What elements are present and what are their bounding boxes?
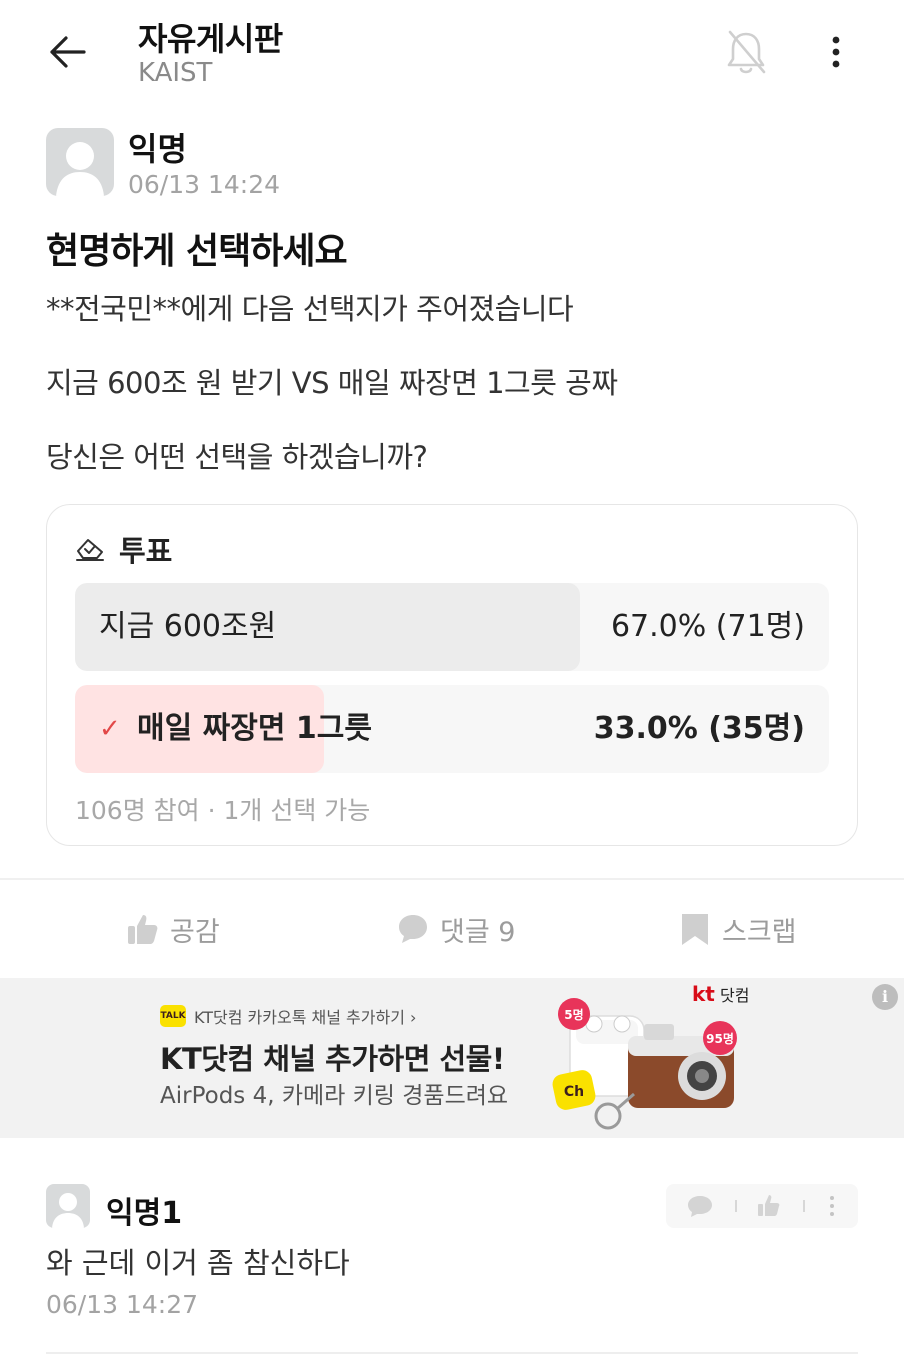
comment-author-avatar <box>46 1184 90 1228</box>
ad-product-image: 5명 95명 Ch <box>552 998 737 1130</box>
user-placeholder-icon <box>56 142 104 196</box>
ad-banner[interactable]: TALK KT닷컴 카카오톡 채널 추가하기 › KT닷컴 채널 추가하면 선물… <box>0 978 904 1138</box>
like-button[interactable]: 공감 <box>126 904 220 954</box>
board-title: 자유게시판 <box>138 20 283 58</box>
poll-option-1-label: 지금 600조원 <box>99 609 277 644</box>
post-author-avatar <box>46 128 114 196</box>
bookmark-icon <box>682 914 708 945</box>
poll-footer: 106명 참여 · 1개 선택 가능 <box>75 796 371 825</box>
comment-more-icon[interactable] <box>830 1196 834 1216</box>
ad-badge-right: 95명 <box>706 1032 734 1046</box>
poll-option-1-result: 67.0% (71명) <box>610 609 805 644</box>
reply-icon[interactable] <box>688 1196 712 1217</box>
check-icon: ✓ <box>99 714 121 744</box>
board-subtitle: KAIST <box>138 58 213 88</box>
comment-button[interactable]: 댓글 9 <box>396 904 515 954</box>
post-body-line-1: **전국민**에게 다음 선택지가 주어졌습니다 <box>46 292 574 326</box>
post-timestamp: 06/13 14:24 <box>128 170 281 199</box>
user-placeholder-icon <box>52 1193 84 1228</box>
comment-like-icon[interactable] <box>758 1195 780 1216</box>
scrap-label: 스크랩 <box>722 916 797 948</box>
comment-divider <box>46 1352 858 1354</box>
thumbs-up-icon <box>128 915 158 944</box>
section-divider <box>0 878 904 880</box>
post-body-line-3: 당신은 어떤 선택을 하겠습니까? <box>46 440 428 474</box>
comment-action-icons <box>688 1195 834 1217</box>
ad-title: KT닷컴 채널 추가하면 선물! <box>160 1042 505 1076</box>
ad-badge-left: 5명 <box>564 1008 583 1022</box>
post-author: 익명 <box>128 130 187 168</box>
ad-kakao-line: TALK KT닷컴 카카오톡 채널 추가하기 › <box>160 1004 416 1028</box>
poll-option-2[interactable]: ✓ 매일 짜장면 1그릇 33.0% (35명) <box>75 685 829 773</box>
poll-option-1[interactable]: 지금 600조원 67.0% (71명) <box>75 583 829 671</box>
top-bar: 자유게시판 KAIST <box>0 0 904 108</box>
poll-option-2-result: 33.0% (35명) <box>593 711 805 746</box>
comment-count-label: 댓글 9 <box>440 916 516 948</box>
arrow-left-icon <box>50 36 86 68</box>
comment-author: 익명1 <box>106 1196 183 1231</box>
bell-off-icon <box>727 30 766 74</box>
post-body-line-2: 지금 600조 원 받기 VS 매일 짜장면 1그릇 공짜 <box>46 366 618 400</box>
kakao-talk-icon: TALK <box>160 1005 186 1027</box>
ad-subtitle: AirPods 4, 카메라 키링 경품드려요 <box>160 1083 509 1109</box>
scrap-button[interactable]: 스크랩 <box>678 904 797 954</box>
poll-title: 투표 <box>119 534 173 568</box>
comment-bubble-icon <box>399 915 427 943</box>
post-title: 현명하게 선택하세요 <box>46 231 348 272</box>
more-options-button[interactable] <box>818 28 854 76</box>
notification-toggle-button[interactable] <box>722 26 770 78</box>
ad-kakao-text: KT닷컴 카카오톡 채널 추가하기 › <box>194 1008 417 1027</box>
ad-info-icon[interactable]: i <box>872 984 898 1010</box>
poll-option-2-label: 매일 짜장면 1그릇 <box>137 711 372 746</box>
back-button[interactable] <box>44 28 92 76</box>
vote-box-icon <box>76 539 104 561</box>
poll-card: 투표 지금 600조원 67.0% (71명) ✓ 매일 짜장면 1그릇 33.… <box>46 504 858 846</box>
comment-action-bar <box>666 1184 858 1228</box>
comment-body: 와 근데 이거 좀 참신하다 <box>46 1246 350 1280</box>
like-label: 공감 <box>170 916 220 948</box>
comment-timestamp: 06/13 14:27 <box>46 1290 199 1319</box>
more-vertical-icon <box>832 36 840 68</box>
poll-header: 투표 <box>75 529 172 569</box>
ad-ch-badge: Ch <box>564 1084 584 1100</box>
